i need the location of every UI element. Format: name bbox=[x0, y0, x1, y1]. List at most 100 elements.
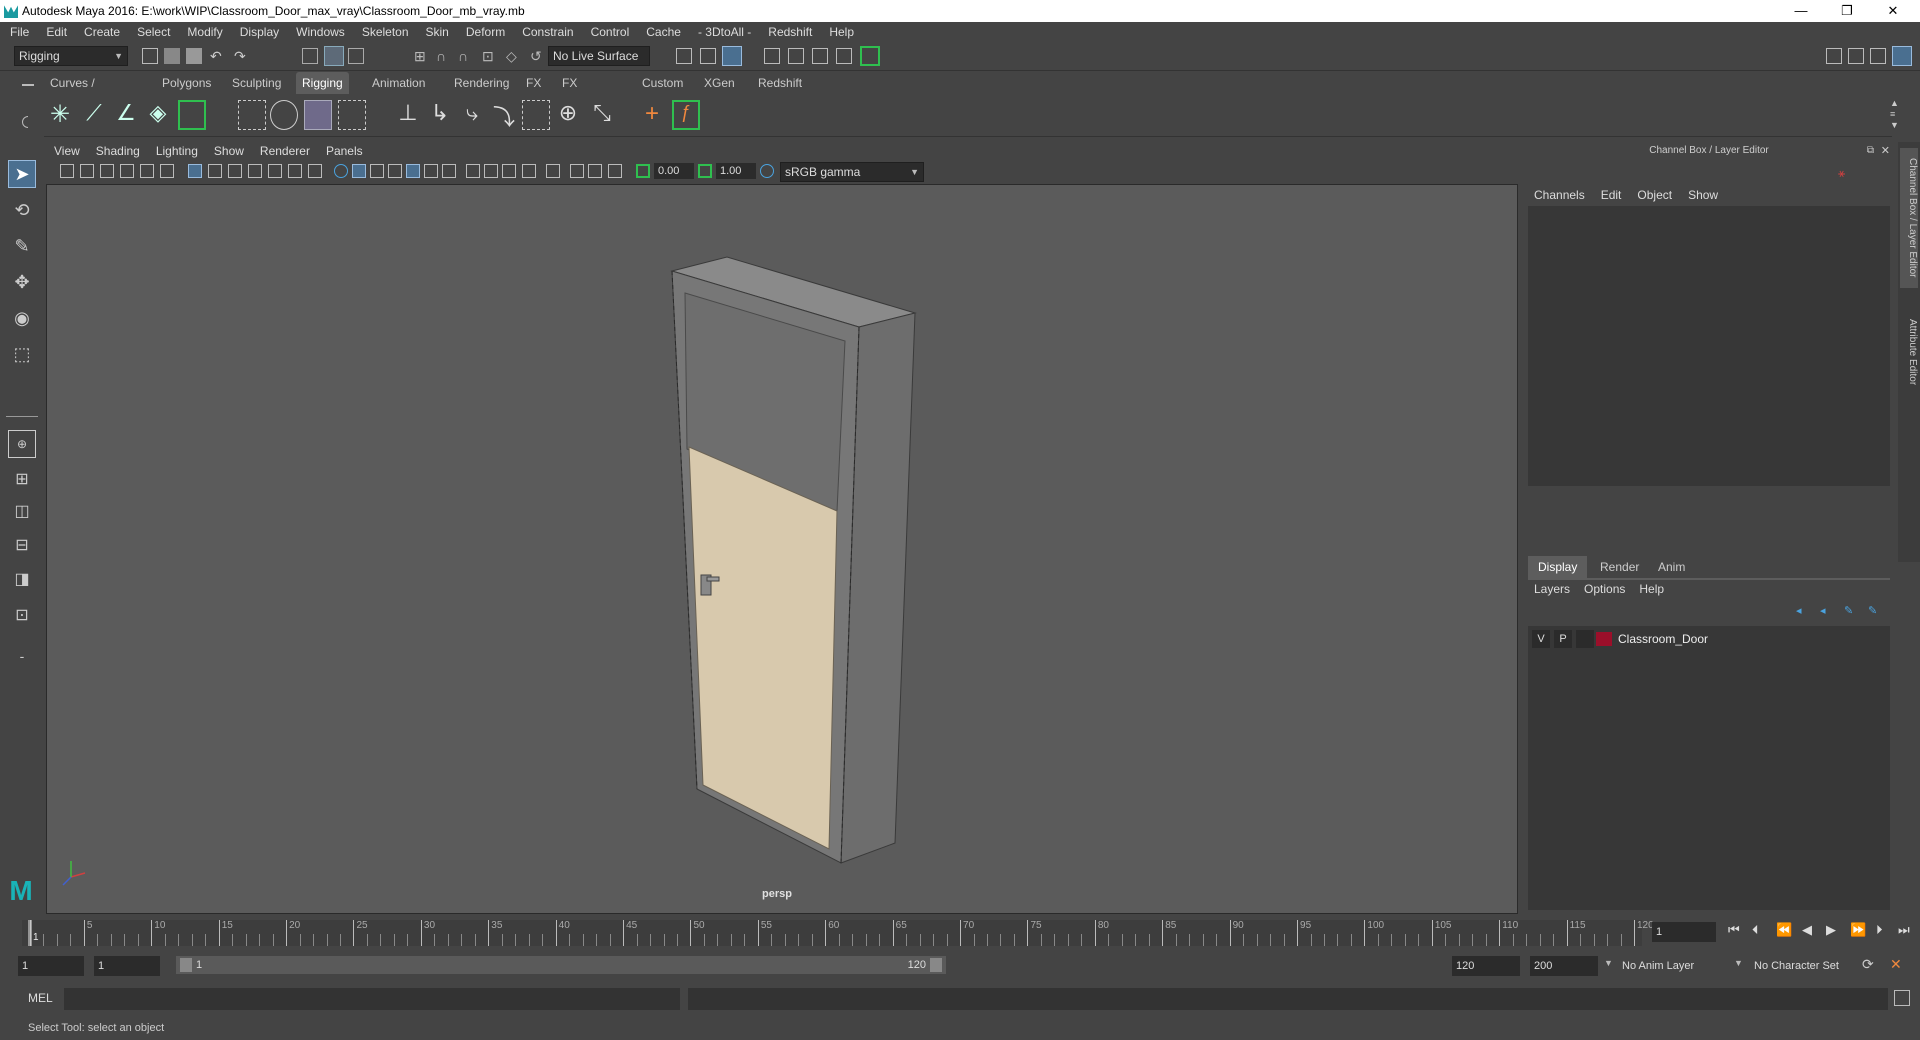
light-editor-icon[interactable] bbox=[836, 48, 852, 64]
outliner-layout-icon[interactable]: ⊟ bbox=[8, 532, 36, 560]
layer-menu-options[interactable]: Options bbox=[1584, 582, 1625, 596]
panel-menu-view[interactable]: View bbox=[54, 144, 80, 158]
restore-button[interactable]: ❐ bbox=[1824, 0, 1870, 22]
open-scene-icon[interactable] bbox=[164, 48, 180, 64]
xray-components-icon[interactable] bbox=[608, 164, 622, 178]
humanik-icon[interactable] bbox=[178, 100, 206, 130]
layer-display-type-toggle[interactable] bbox=[1576, 630, 1594, 648]
exposure-field[interactable]: 0.00 bbox=[654, 163, 694, 179]
tab-anim-layers[interactable]: Anim bbox=[1648, 556, 1695, 578]
pole-vector-icon[interactable]: ⊕ bbox=[554, 100, 582, 130]
wireframe-icon[interactable] bbox=[334, 164, 348, 178]
isolate-select-icon[interactable] bbox=[546, 164, 560, 178]
layer-color-swatch[interactable] bbox=[1596, 632, 1612, 646]
four-view-layout-icon[interactable]: ⊞ bbox=[8, 466, 36, 494]
menu-constrain[interactable]: Constrain bbox=[522, 25, 573, 39]
side-tab-channel-box[interactable]: Channel Box / Layer Editor bbox=[1900, 148, 1918, 288]
gamma-icon[interactable] bbox=[698, 164, 712, 178]
menu-control[interactable]: Control bbox=[591, 25, 630, 39]
layer-playback-toggle[interactable]: P bbox=[1554, 630, 1572, 648]
animation-end-field[interactable]: 200 bbox=[1530, 956, 1598, 976]
character-set-dropdown[interactable]: No Character Set bbox=[1750, 956, 1870, 976]
anim-layer-dropdown[interactable]: No Anim Layer bbox=[1618, 956, 1738, 976]
custom-rig-icon[interactable]: ƒ bbox=[672, 100, 700, 130]
panel-menu-shading[interactable]: Shading bbox=[96, 144, 140, 158]
select-object-icon[interactable] bbox=[324, 46, 344, 66]
anti-aliasing-icon[interactable] bbox=[502, 164, 516, 178]
gate-mask-icon[interactable] bbox=[248, 164, 262, 178]
lasso-tool-icon[interactable]: ⟲ bbox=[8, 196, 36, 224]
render-current-icon[interactable] bbox=[700, 48, 716, 64]
go-to-end-icon[interactable]: ⏭ bbox=[1898, 922, 1910, 938]
tab-fx-caching[interactable]: FX Caching bbox=[556, 72, 612, 112]
cb-menu-edit[interactable]: Edit bbox=[1601, 188, 1622, 202]
scale-constraint-icon[interactable] bbox=[522, 100, 550, 130]
motion-blur-icon[interactable] bbox=[484, 164, 498, 178]
tab-render-layers[interactable]: Render bbox=[1590, 556, 1649, 578]
layer-row[interactable]: V P Classroom_Door bbox=[1528, 630, 1890, 648]
current-frame-field[interactable]: 1 bbox=[1652, 922, 1716, 942]
float-panel-icon[interactable]: ⧉ bbox=[1867, 145, 1874, 156]
perspective-viewport[interactable]: persp bbox=[46, 184, 1518, 914]
layer-menu-layers[interactable]: Layers bbox=[1534, 582, 1570, 596]
tab-display-layers[interactable]: Display bbox=[1528, 556, 1588, 578]
menu-windows[interactable]: Windows bbox=[296, 25, 345, 39]
menu-skin[interactable]: Skin bbox=[426, 25, 449, 39]
layer-name[interactable]: Classroom_Door bbox=[1618, 630, 1708, 648]
time-ruler[interactable]: 1 5 10 15 20 25 30 35 40 45 50 55 60 65 70 75 80 85 90 95 10… bbox=[22, 920, 1654, 946]
new-empty-layer-icon[interactable]: ✎ bbox=[1844, 604, 1858, 617]
snap-grid-icon[interactable]: ⊞ bbox=[414, 48, 430, 64]
select-hierarchy-icon[interactable] bbox=[302, 48, 318, 64]
close-panel-icon[interactable]: ✕ bbox=[1881, 144, 1890, 157]
cluster-icon[interactable] bbox=[238, 100, 266, 130]
play-forward-icon[interactable]: ▶ bbox=[1826, 922, 1836, 938]
hypershade-layout-icon[interactable]: ⊡ bbox=[8, 602, 36, 630]
new-scene-icon[interactable] bbox=[142, 48, 158, 64]
tab-rendering[interactable]: Rendering bbox=[448, 72, 515, 94]
redshift-render-icon[interactable] bbox=[860, 46, 880, 66]
sculpt-deformer-icon[interactable] bbox=[338, 100, 366, 130]
layer-menu-help[interactable]: Help bbox=[1639, 582, 1664, 596]
menu-edit[interactable]: Edit bbox=[46, 25, 67, 39]
render-region-icon[interactable] bbox=[676, 48, 692, 64]
undo-icon[interactable]: ↶ bbox=[210, 48, 226, 64]
snap-view-icon[interactable]: ⊡ bbox=[482, 48, 498, 64]
layer-visibility-toggle[interactable]: V bbox=[1532, 630, 1550, 648]
cb-menu-show[interactable]: Show bbox=[1688, 188, 1718, 202]
exposure-icon[interactable] bbox=[636, 164, 650, 178]
aim-constraint-icon[interactable]: ↳ bbox=[426, 100, 454, 130]
snap-surface-icon[interactable]: ◇ bbox=[506, 48, 522, 64]
two-view-layout-icon[interactable]: ◫ bbox=[8, 498, 36, 526]
set-driven-key-icon[interactable]: + bbox=[638, 100, 666, 130]
graph-layout-icon[interactable]: ◨ bbox=[8, 566, 36, 594]
range-slider[interactable]: 1 120 bbox=[176, 956, 946, 974]
channel-list[interactable] bbox=[1528, 206, 1890, 486]
color-management-icon[interactable] bbox=[760, 164, 774, 178]
play-backward-icon[interactable]: ◀ bbox=[1802, 922, 1812, 938]
tool-settings-icon[interactable] bbox=[1870, 48, 1886, 64]
go-to-start-icon[interactable]: ⏮ bbox=[1728, 922, 1740, 938]
geometry-constraint-icon[interactable]: ⤡ bbox=[588, 100, 616, 130]
cb-menu-channels[interactable]: Channels bbox=[1534, 188, 1585, 202]
current-time-marker[interactable] bbox=[28, 920, 32, 946]
side-tab-attribute-editor[interactable]: Attribute Editor bbox=[1900, 302, 1918, 402]
scale-tool-icon[interactable]: ⬚ bbox=[8, 340, 36, 368]
field-chart-icon[interactable] bbox=[268, 164, 282, 178]
rotate-tool-icon[interactable]: ◉ bbox=[8, 304, 36, 332]
shadows-icon[interactable] bbox=[442, 164, 456, 178]
step-back-frame-icon[interactable]: ⏴ bbox=[1752, 922, 1759, 938]
panel-menu-renderer[interactable]: Renderer bbox=[260, 144, 310, 158]
single-view-layout-icon[interactable]: ⊕ bbox=[8, 430, 36, 458]
animation-start-field[interactable]: 1 bbox=[18, 956, 84, 976]
menu-set-dropdown[interactable]: Rigging ▼ bbox=[14, 46, 128, 66]
snap-point-icon[interactable]: ∩ bbox=[458, 48, 474, 64]
camera-select-icon[interactable] bbox=[60, 164, 74, 178]
move-tool-icon[interactable]: ✥ bbox=[8, 268, 36, 296]
tab-sculpting[interactable]: Sculpting bbox=[226, 72, 287, 94]
tab-fx[interactable]: FX bbox=[520, 72, 547, 94]
save-scene-icon[interactable] bbox=[186, 48, 202, 64]
wireframe-on-shaded-icon[interactable] bbox=[370, 164, 384, 178]
resolution-gate-icon[interactable] bbox=[228, 164, 242, 178]
menu-redshift[interactable]: Redshift bbox=[768, 25, 812, 39]
parent-constraint-icon[interactable]: ⤵ bbox=[490, 100, 518, 130]
